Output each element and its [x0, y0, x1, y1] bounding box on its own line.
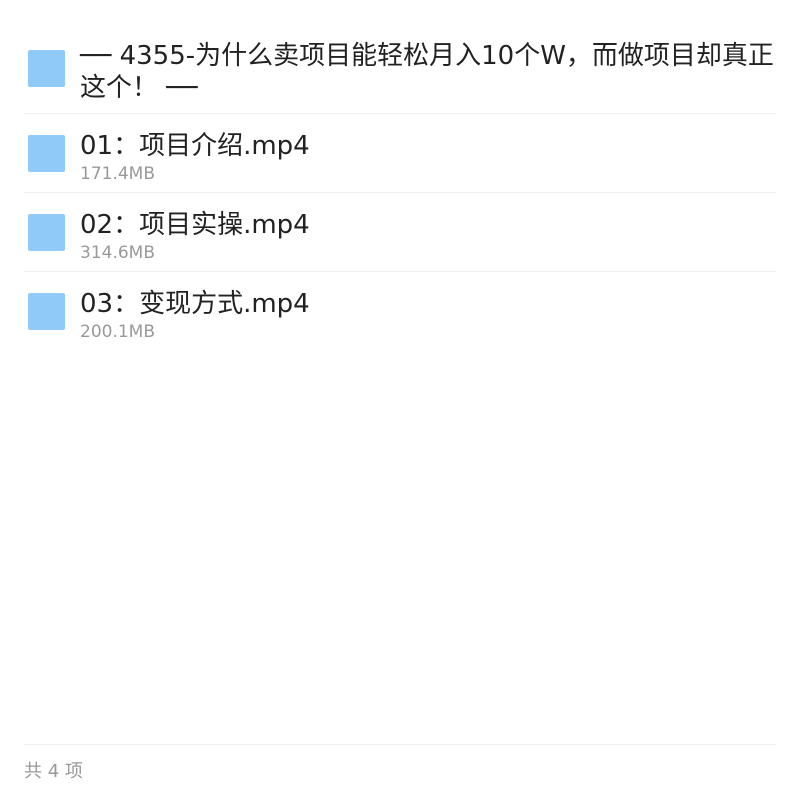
folder-title: ── 4355-为什么卖项目能轻松月入10个W，而做项目却真正 这个！ ── — [80, 40, 800, 104]
item-count: 共 4 项 — [24, 761, 83, 782]
file-icon — [28, 293, 65, 330]
file-name: 02：项目实操.mp4 — [80, 210, 310, 240]
file-name: 01：项目介绍.mp4 — [80, 131, 310, 161]
file-size: 171.4MB — [80, 164, 155, 184]
file-row-2[interactable]: 02：项目实操.mp4 314.6MB — [24, 193, 776, 272]
folder-icon — [28, 50, 65, 87]
file-name: 03：变现方式.mp4 — [80, 289, 310, 319]
folder-title-line-1: ── 4355-为什么卖项目能轻松月入10个W，而做项目却真正 — [80, 41, 774, 71]
file-list-page: ── 4355-为什么卖项目能轻松月入10个W，而做项目却真正 这个！ ── 0… — [0, 0, 800, 800]
file-size: 200.1MB — [80, 322, 155, 342]
folder-row[interactable]: ── 4355-为什么卖项目能轻松月入10个W，而做项目却真正 这个！ ── — [24, 34, 776, 114]
file-row-3[interactable]: 03：变现方式.mp4 200.1MB — [24, 272, 776, 351]
folder-title-line-2: 这个！ ── — [80, 73, 198, 103]
file-icon — [28, 214, 65, 251]
file-row-1[interactable]: 01：项目介绍.mp4 171.4MB — [24, 114, 776, 193]
file-icon — [28, 135, 65, 172]
file-list: ── 4355-为什么卖项目能轻松月入10个W，而做项目却真正 这个！ ── 0… — [24, 34, 776, 351]
list-footer: 共 4 项 — [24, 744, 776, 782]
file-size: 314.6MB — [80, 243, 155, 263]
